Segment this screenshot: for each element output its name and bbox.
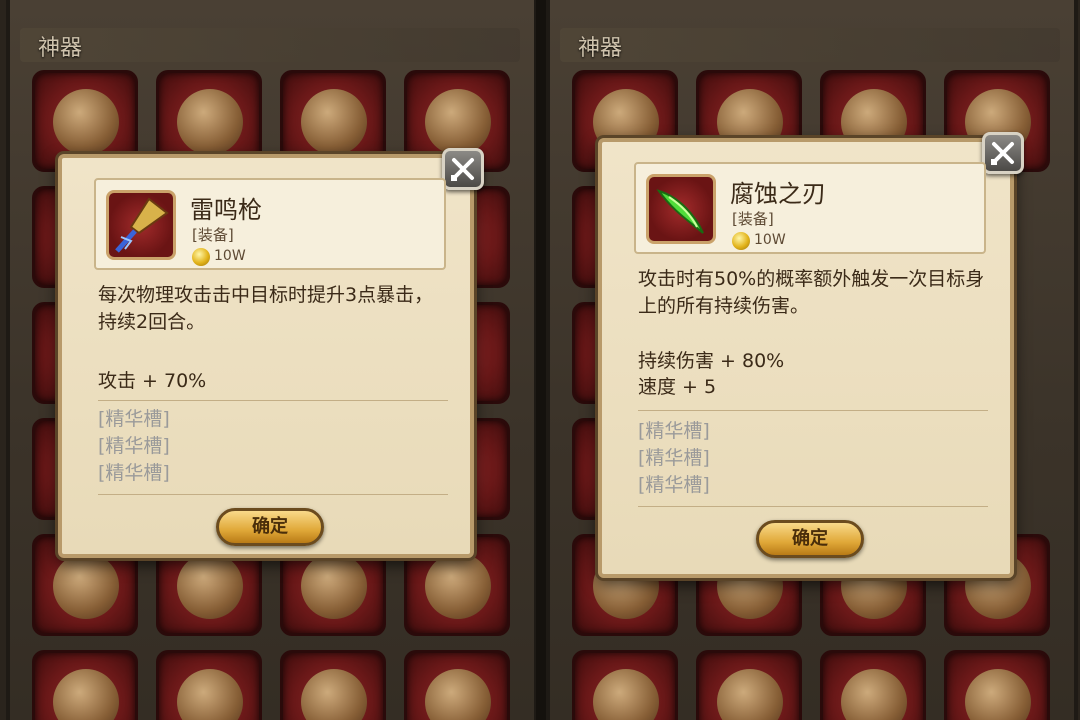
gold-coin-icon bbox=[192, 248, 210, 266]
artifact-icon bbox=[301, 669, 367, 720]
item-type: [装备] bbox=[192, 226, 234, 244]
item-detail-popup: 腐蚀之刃 [装备] 10W 攻击时有50%的概率额外触发一次目标身上的所有持续伤… bbox=[598, 132, 1024, 578]
artifact-icon bbox=[965, 669, 1031, 720]
artifact-icon bbox=[53, 669, 119, 720]
divider bbox=[98, 400, 448, 401]
item-description: 攻击时有50%的概率额外触发一次目标身上的所有持续伤害。 bbox=[638, 268, 985, 317]
crossed-swords-close-icon bbox=[991, 142, 1014, 165]
item-description: 每次物理攻击击中目标时提升3点暴击，持续2回合。 bbox=[98, 284, 434, 333]
artifact-icon bbox=[53, 553, 119, 619]
artifact-slot[interactable] bbox=[404, 650, 510, 720]
item-name: 雷鸣枪 bbox=[190, 196, 262, 224]
artifact-icon bbox=[593, 669, 659, 720]
section-title-bar bbox=[20, 28, 520, 62]
blade-icon bbox=[646, 174, 716, 244]
artifact-icon bbox=[717, 669, 783, 720]
item-header: 腐蚀之刃 [装备] 10W bbox=[634, 162, 986, 254]
close-button[interactable] bbox=[982, 132, 1024, 174]
essence-slot[interactable]: [精华槽] bbox=[98, 406, 170, 433]
artifact-icon bbox=[177, 553, 243, 619]
artifact-icon bbox=[177, 669, 243, 720]
artifact-icon bbox=[177, 89, 243, 155]
artifact-slot[interactable] bbox=[696, 650, 802, 720]
essence-slot[interactable]: [精华槽] bbox=[638, 445, 710, 472]
item-price: 10W bbox=[754, 232, 786, 248]
section-title: 神器 bbox=[38, 36, 83, 61]
essence-slot[interactable]: [精华槽] bbox=[98, 433, 170, 460]
artifact-slot[interactable] bbox=[32, 650, 138, 720]
artifact-icon bbox=[425, 669, 491, 720]
panel-divider bbox=[536, 0, 546, 720]
item-price: 10W bbox=[214, 248, 246, 264]
stat-line: 持续伤害 + 80% bbox=[638, 350, 785, 372]
essence-slot[interactable]: [精华槽] bbox=[98, 460, 170, 487]
item-header: 雷鸣枪 [装备] 10W bbox=[94, 178, 446, 270]
divider bbox=[98, 494, 448, 495]
confirm-button[interactable]: 确定 bbox=[216, 508, 324, 546]
stat-line: 攻击 + 70% bbox=[98, 370, 207, 392]
item-detail-popup: 雷鸣枪 [装备] 10W 每次物理攻击击中目标时提升3点暴击，持续2回合。 攻击… bbox=[58, 148, 484, 558]
gold-coin-icon bbox=[732, 232, 750, 250]
artifact-slot[interactable] bbox=[820, 650, 926, 720]
divider bbox=[638, 410, 988, 411]
artifact-icon bbox=[301, 553, 367, 619]
item-name: 腐蚀之刃 bbox=[730, 180, 826, 208]
essence-slot[interactable]: [精华槽] bbox=[638, 418, 710, 445]
artifact-slot[interactable] bbox=[280, 650, 386, 720]
item-type: [装备] bbox=[732, 210, 774, 228]
artifact-slot[interactable] bbox=[944, 650, 1050, 720]
section-title-bar bbox=[560, 28, 1060, 62]
confirm-button[interactable]: 确定 bbox=[756, 520, 864, 558]
close-button[interactable] bbox=[442, 148, 484, 190]
artifact-slot[interactable] bbox=[572, 650, 678, 720]
artifact-icon bbox=[301, 89, 367, 155]
section-title: 神器 bbox=[578, 36, 623, 61]
divider bbox=[638, 506, 988, 507]
crossed-swords-close-icon bbox=[451, 158, 474, 181]
artifact-icon bbox=[425, 89, 491, 155]
artifact-icon bbox=[425, 553, 491, 619]
spear-icon bbox=[106, 190, 176, 260]
artifact-icon bbox=[53, 89, 119, 155]
artifact-slot[interactable] bbox=[156, 650, 262, 720]
essence-slot[interactable]: [精华槽] bbox=[638, 472, 710, 499]
stat-line: 速度 + 5 bbox=[638, 376, 717, 398]
artifact-icon bbox=[841, 669, 907, 720]
